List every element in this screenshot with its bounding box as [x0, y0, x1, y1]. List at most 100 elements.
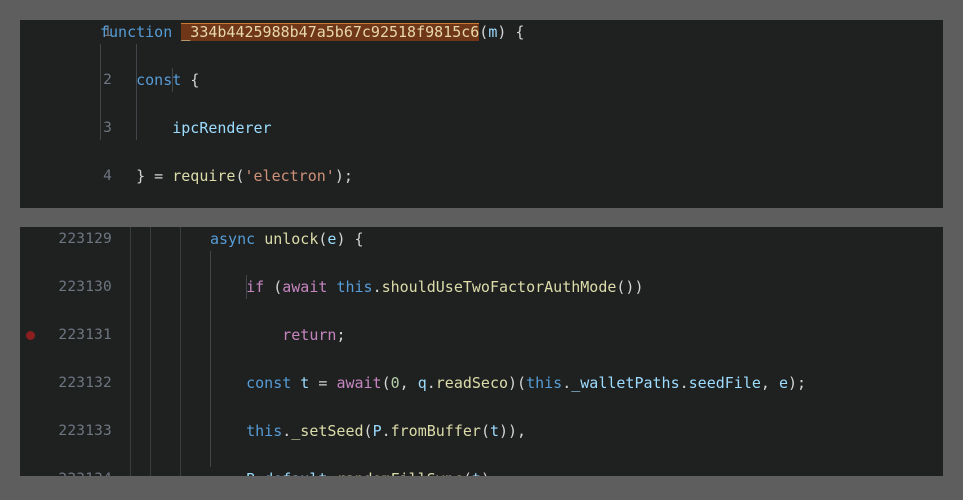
- token-identifier: P: [372, 422, 382, 440]
- token-argument: e: [778, 374, 788, 392]
- line-number[interactable]: 3: [20, 116, 112, 140]
- code-text[interactable]: function _334b4425988b47a5b67c92518f9815…: [100, 20, 524, 44]
- token-keyword: const: [246, 374, 292, 392]
- token-punctuation: .: [562, 374, 572, 392]
- line-number[interactable]: 1: [20, 20, 112, 44]
- token-method-name: _setSeed: [291, 422, 364, 440]
- line-number[interactable]: 2: [20, 68, 112, 92]
- line-number[interactable]: 223132: [20, 371, 112, 395]
- token-punctuation: .: [426, 374, 436, 392]
- token-method-name: randomFillSync: [336, 470, 462, 476]
- peek-code-lines: 1 function _334b4425988b47a5b67c92518f98…: [20, 20, 943, 188]
- indent-guide: [172, 68, 173, 92]
- code-line[interactable]: 223134 B.default.randomFillSync(t),: [20, 467, 943, 476]
- token-control-keyword: return: [282, 326, 337, 344]
- token-punctuation: ) {: [336, 230, 364, 248]
- token-keyword: this: [336, 278, 373, 296]
- code-line[interactable]: 223132 const t = await(0, q.readSeco)(th…: [20, 371, 943, 395]
- token-property: seedFile: [688, 374, 761, 392]
- token-function-name: _334b4425988b47a5b67c92518f9815c6: [181, 23, 480, 41]
- token-method-name: shouldUseTwoFactorAuthMode: [381, 278, 617, 296]
- token-punctuation: ()): [616, 278, 644, 296]
- code-text[interactable]: ipcRenderer: [100, 116, 272, 140]
- code-line[interactable]: 2 const {: [20, 68, 943, 92]
- line-number[interactable]: 223133: [20, 419, 112, 443]
- token-keyword: this: [526, 374, 563, 392]
- token-punctuation: ,: [399, 374, 418, 392]
- main-code-lines: 223129 async unlock(e) { 223130 if (awai…: [20, 227, 943, 476]
- code-text[interactable]: async unlock(e) {: [210, 227, 364, 251]
- code-text[interactable]: const {: [100, 68, 199, 92]
- line-number[interactable]: 223131: [20, 323, 112, 347]
- token-punctuation: (: [264, 278, 283, 296]
- token-punctuation: (: [479, 23, 489, 41]
- token-property: _walletPaths: [571, 374, 680, 392]
- token-punctuation: (: [235, 167, 245, 185]
- token-identifier: q: [417, 374, 427, 392]
- main-code-editor[interactable]: 223129 async unlock(e) { 223130 if (awai…: [20, 227, 943, 476]
- token-method-name: fromBuffer: [390, 422, 481, 440]
- line-number[interactable]: 4: [20, 164, 112, 188]
- token-parameter: m: [488, 23, 498, 41]
- token-punctuation: (: [480, 422, 490, 440]
- token-keyword: const: [136, 71, 182, 89]
- line-number[interactable]: 223130: [20, 275, 112, 299]
- code-text[interactable]: return;: [210, 323, 345, 347]
- token-keyword: async: [210, 230, 256, 248]
- token-control-keyword: await: [282, 278, 328, 296]
- search-match-highlight[interactable]: _334b4425988b47a5b67c92518f9815c6: [181, 23, 480, 41]
- token-punctuation: .: [282, 422, 292, 440]
- code-text[interactable]: if (await this.shouldUseTwoFactorAuthMod…: [210, 275, 644, 299]
- token-method-name: unlock: [264, 230, 319, 248]
- code-line[interactable]: 223131 return;: [20, 323, 943, 347]
- token-punctuation: .: [679, 374, 689, 392]
- token-identifier: t: [291, 374, 319, 392]
- token-punctuation: .: [381, 422, 391, 440]
- indent-guide: [136, 44, 137, 140]
- peek-definition-editor[interactable]: 1 function _334b4425988b47a5b67c92518f98…: [20, 20, 943, 208]
- code-text[interactable]: this._setSeed(P.fromBuffer(t)),: [210, 419, 526, 443]
- token-keyword: function: [100, 23, 173, 41]
- token-punctuation: } =: [136, 167, 173, 185]
- token-punctuation: (: [381, 374, 391, 392]
- token-punctuation: .: [372, 278, 382, 296]
- code-line[interactable]: 1 function _334b4425988b47a5b67c92518f98…: [20, 20, 943, 44]
- code-line[interactable]: 223129 async unlock(e) {: [20, 227, 943, 251]
- token-punctuation: ;: [336, 326, 346, 344]
- code-text[interactable]: const t = await(0, q.readSeco)(this._wal…: [210, 371, 806, 395]
- token-punctuation: );: [334, 167, 353, 185]
- indent-guide: [100, 44, 101, 140]
- line-number[interactable]: 223129: [20, 227, 112, 251]
- token-identifier: ipcRenderer: [172, 119, 272, 137]
- code-line[interactable]: 223130 if (await this.shouldUseTwoFactor…: [20, 275, 943, 299]
- token-punctuation: (: [363, 422, 373, 440]
- token-function-name: require: [172, 167, 236, 185]
- token-punctuation: ),: [481, 470, 499, 476]
- token-operator: =: [318, 374, 337, 392]
- code-viewer-screen: 1 function _334b4425988b47a5b67c92518f98…: [0, 0, 963, 500]
- code-text[interactable]: B.default.randomFillSync(t),: [210, 467, 499, 476]
- token-punctuation: {: [190, 71, 200, 89]
- token-punctuation: ) {: [497, 23, 525, 41]
- token-property: default: [264, 470, 327, 476]
- token-argument: t: [472, 470, 481, 476]
- token-control-keyword: if: [246, 278, 265, 296]
- code-line[interactable]: 4 } = require('electron');: [20, 164, 943, 188]
- code-text[interactable]: } = require('electron');: [100, 164, 353, 188]
- code-line[interactable]: 3 ipcRenderer: [20, 116, 943, 140]
- line-number[interactable]: 223134: [20, 467, 112, 476]
- code-line[interactable]: 223133 this._setSeed(P.fromBuffer(t)),: [20, 419, 943, 443]
- token-control-keyword: await: [336, 374, 382, 392]
- token-keyword: this: [246, 422, 283, 440]
- token-argument: t: [489, 422, 499, 440]
- token-punctuation: .: [255, 470, 264, 476]
- token-punctuation: ,: [760, 374, 779, 392]
